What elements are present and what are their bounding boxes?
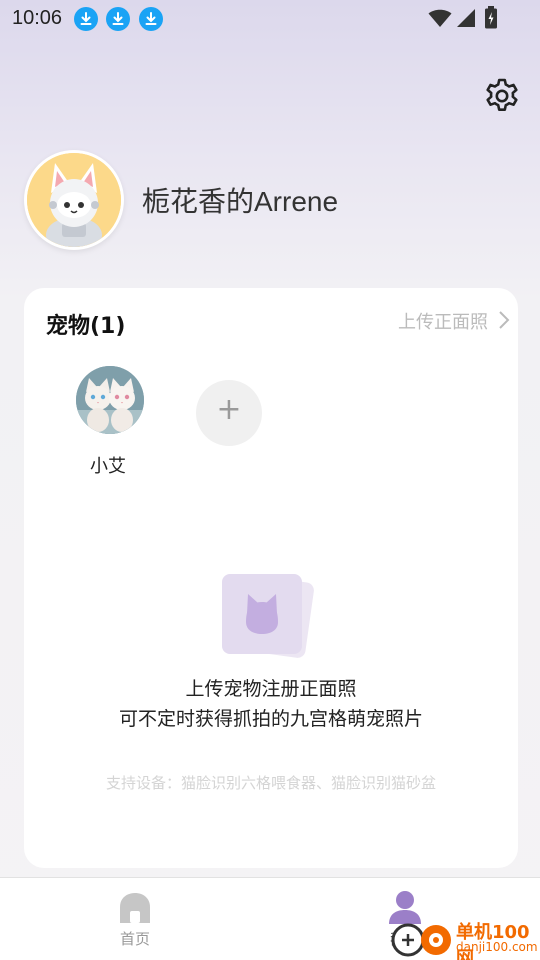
chevron-right-icon: [499, 311, 510, 329]
upload-front-photo-link[interactable]: 上传正面照: [398, 308, 510, 334]
download-icon: [74, 7, 98, 31]
pet-avatar[interactable]: [76, 366, 144, 434]
empty-state-title: 上传宠物注册正面照: [185, 678, 357, 700]
download-icon: [106, 7, 130, 31]
gear-icon[interactable]: [482, 76, 522, 116]
pets-title: 宠物(1): [46, 314, 126, 339]
home-icon: [120, 893, 150, 923]
pet-photo-placeholder-icon: [220, 572, 320, 662]
upload-link-label: 上传正面照: [398, 312, 488, 333]
signal-icon: [457, 9, 475, 27]
nav-home-label: 首页: [119, 930, 150, 948]
supported-devices-text: 支持设备：猫脸识别六格喂食器、猫脸识别猫砂盆: [105, 774, 436, 792]
add-pet-button[interactable]: +: [196, 380, 262, 446]
wifi-icon: [428, 9, 452, 27]
watermark-url: danji100.com: [456, 940, 538, 954]
avatar[interactable]: [24, 150, 124, 250]
download-icon: [139, 7, 163, 31]
nav-item-home[interactable]: 首页: [100, 890, 170, 952]
status-time: 10:06: [12, 7, 63, 29]
watermark-logo: [391, 923, 451, 957]
username: 栀花香的Arrene: [142, 186, 339, 217]
site-watermark: 单机100网 danji100.com: [388, 918, 540, 960]
status-bar: 10:06: [0, 0, 540, 36]
plus-icon: +: [216, 392, 242, 427]
empty-state-subtitle: 可不定时获得抓拍的九宫格萌宠照片: [118, 708, 423, 730]
pet-name: 小艾: [90, 456, 126, 477]
battery-icon: [485, 6, 497, 29]
pets-card: 宠物(1) 上传正面照 小艾 + 上传宠物注册正面照 可不定时获得抓拍的九宫格萌…: [24, 288, 518, 868]
